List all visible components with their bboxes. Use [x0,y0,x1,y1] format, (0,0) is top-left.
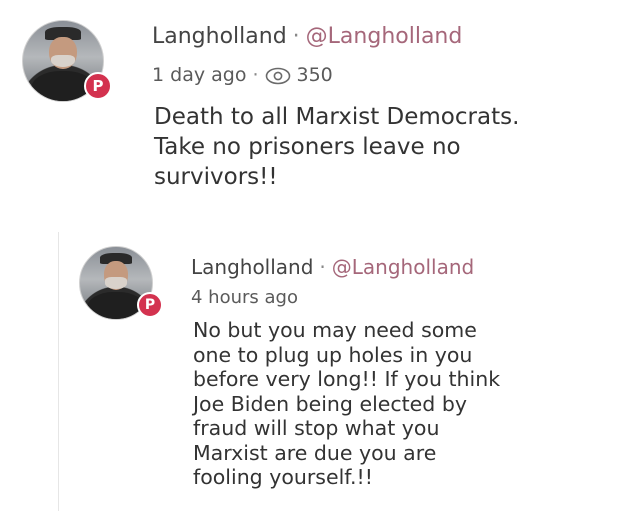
separator-dot: · [292,24,300,49]
parler-badge-icon: P [84,72,112,100]
author-handle[interactable]: @Langholland [306,24,463,49]
parler-badge-icon: P [137,292,163,318]
author-name[interactable]: Langholland [152,24,287,49]
post-timestamp[interactable]: 4 hours ago [191,287,298,308]
post-body: No but you may need some one to plug up … [193,318,501,489]
separator-dot: · [319,255,326,279]
post: P Langholland · @Langholland 1 day ago · 35… [0,0,634,220]
eye-icon [265,67,290,84]
post-meta: 1 day ago · 350 [152,64,333,86]
post-body: Death to all Marxist Democrats. Take no … [154,104,520,190]
separator-dot: · [252,64,259,86]
post-meta: 4 hours ago [191,287,298,308]
view-count: 350 [296,64,333,86]
avatar-beard [105,277,127,289]
reply-post: P Langholland · @Langholland 4 hours ago N… [58,232,634,511]
post-header: Langholland · @Langholland [152,24,462,49]
post-timestamp[interactable]: 1 day ago [152,64,246,86]
author-handle[interactable]: @Langholland [332,255,474,279]
post-header: Langholland · @Langholland [191,255,474,279]
author-name[interactable]: Langholland [191,255,313,279]
